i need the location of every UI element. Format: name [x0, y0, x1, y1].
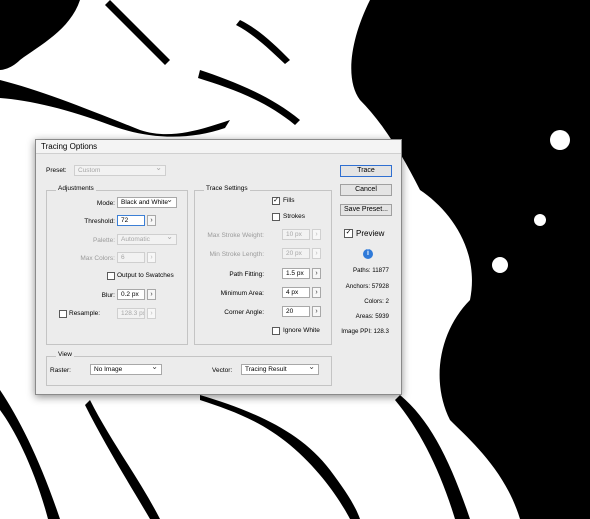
- preview-label: Preview: [356, 229, 385, 238]
- ignore-white-label: Ignore White: [283, 327, 320, 334]
- vector-value: Tracing Result: [245, 366, 287, 373]
- preset-value: Custom: [78, 167, 101, 174]
- resample-input[interactable]: 128.3 px: [117, 308, 145, 319]
- output-to-swatches-checkbox[interactable]: [107, 272, 115, 280]
- mode-dropdown[interactable]: Black and White: [117, 197, 177, 208]
- threshold-arrow-icon[interactable]: ›: [147, 215, 156, 226]
- threshold-label: Threshold:: [84, 218, 115, 225]
- palette-dropdown[interactable]: Automatic: [117, 234, 177, 245]
- threshold-input[interactable]: 72: [117, 215, 145, 226]
- stat-colors: Colors: 2: [364, 298, 389, 305]
- raster-value: No Image: [94, 366, 123, 373]
- vector-label: Vector:: [212, 367, 233, 374]
- blur-input[interactable]: 0.2 px: [117, 289, 145, 300]
- trace-button[interactable]: Trace: [340, 165, 392, 177]
- vector-dropdown[interactable]: Tracing Result: [241, 364, 319, 375]
- cancel-button[interactable]: Cancel: [340, 184, 392, 196]
- view-title: View: [56, 351, 74, 358]
- save-preset-button[interactable]: Save Preset...: [340, 204, 392, 216]
- stat-areas: Areas: 5939: [355, 313, 389, 320]
- max-stroke-weight-input[interactable]: 10 px: [282, 229, 310, 240]
- stat-image-ppi: Image PPI: 128.3: [341, 328, 389, 335]
- output-to-swatches-label: Output to Swatches: [117, 272, 174, 279]
- corner-angle-label: Corner Angle:: [224, 309, 264, 316]
- preset-label: Preset:: [46, 167, 67, 174]
- corner-angle-arrow-icon[interactable]: ›: [312, 306, 321, 317]
- strokes-checkbox[interactable]: [272, 213, 280, 221]
- resample-label: Resample:: [69, 310, 101, 317]
- mode-value: Black and White: [121, 199, 168, 206]
- minimum-area-input[interactable]: 4 px: [282, 287, 310, 298]
- raster-dropdown[interactable]: No Image: [90, 364, 162, 375]
- check-icon: ✓: [273, 197, 279, 204]
- minimum-area-label: Minimum Area:: [220, 290, 264, 297]
- blur-arrow-icon[interactable]: ›: [147, 289, 156, 300]
- adjustments-title: Adjustments: [56, 185, 96, 192]
- max-colors-input[interactable]: 6: [117, 252, 145, 263]
- max-colors-label: Max Colors:: [80, 255, 115, 262]
- adjustments-group: [46, 190, 188, 345]
- strokes-label: Strokes: [283, 213, 306, 220]
- stat-paths: Paths: 11877: [352, 267, 389, 274]
- resample-arrow-icon[interactable]: ›: [147, 308, 156, 319]
- corner-angle-input[interactable]: 20: [282, 306, 310, 317]
- info-icon: i: [363, 249, 373, 259]
- stat-anchors: Anchors: 57928: [345, 283, 389, 290]
- tracing-options-dialog: Tracing Options Preset: Custom Adjustmen…: [35, 139, 402, 395]
- fills-label: Fills: [283, 197, 295, 204]
- resample-checkbox[interactable]: [59, 310, 67, 318]
- max-stroke-weight-arrow-icon[interactable]: ›: [312, 229, 321, 240]
- palette-value: Automatic: [121, 236, 150, 243]
- min-stroke-length-label: Min Stroke Length:: [209, 251, 264, 258]
- blur-label: Blur:: [101, 292, 115, 299]
- path-fitting-arrow-icon[interactable]: ›: [312, 268, 321, 279]
- path-fitting-input[interactable]: 1.5 px: [282, 268, 310, 279]
- max-colors-arrow-icon[interactable]: ›: [147, 252, 156, 263]
- mode-label: Mode:: [96, 200, 115, 207]
- minimum-area-arrow-icon[interactable]: ›: [312, 287, 321, 298]
- path-fitting-label: Path Fitting:: [229, 271, 264, 278]
- ignore-white-checkbox[interactable]: [272, 327, 280, 335]
- raster-label: Raster:: [50, 367, 71, 374]
- dialog-title: Tracing Options: [36, 140, 401, 154]
- min-stroke-length-arrow-icon[interactable]: ›: [312, 248, 321, 259]
- min-stroke-length-input[interactable]: 20 px: [282, 248, 310, 259]
- palette-label: Palette:: [92, 237, 115, 244]
- fills-checkbox[interactable]: ✓: [272, 197, 280, 205]
- check-icon: ✓: [345, 229, 352, 236]
- max-stroke-weight-label: Max Stroke Weight:: [207, 232, 264, 239]
- preview-checkbox[interactable]: ✓: [344, 229, 353, 238]
- preset-dropdown[interactable]: Custom: [74, 165, 166, 176]
- trace-settings-title: Trace Settings: [204, 185, 250, 192]
